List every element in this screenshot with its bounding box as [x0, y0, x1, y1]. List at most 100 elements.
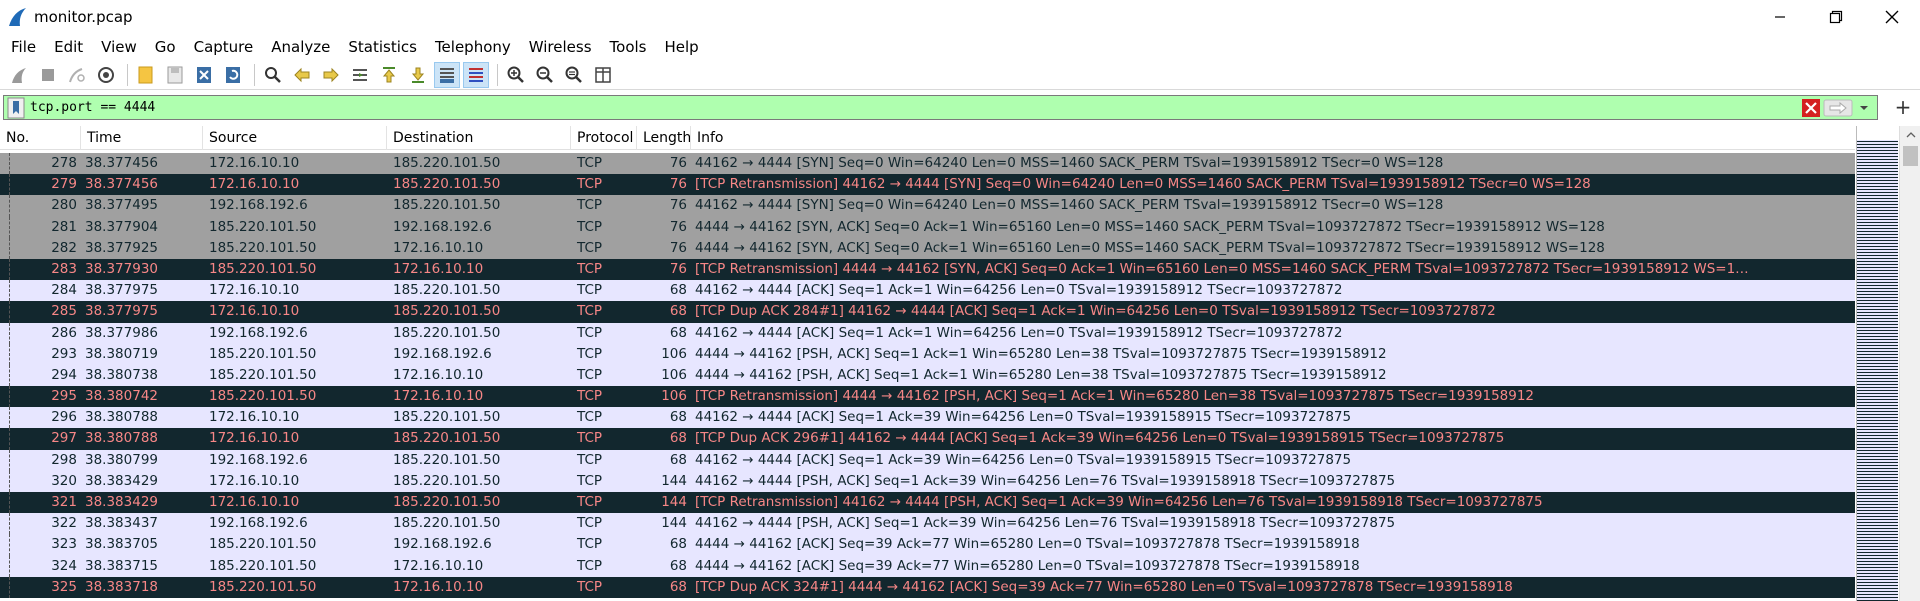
- zoom-in-icon: [507, 66, 524, 83]
- menu-edit[interactable]: Edit: [45, 34, 92, 60]
- go-to-packet-button[interactable]: [347, 62, 373, 88]
- packet-row[interactable]: 320 38.383429 172.16.10.10 185.220.101.50 TC…: [0, 470, 1855, 492]
- bookmark-icon[interactable]: [7, 97, 25, 119]
- open-file-button[interactable]: [133, 62, 159, 88]
- capture-options-button[interactable]: [93, 62, 119, 88]
- scroll-up-button[interactable]: [1900, 126, 1920, 144]
- menu-wireless[interactable]: Wireless: [520, 34, 601, 60]
- arrow-up-icon: [382, 66, 396, 82]
- packet-minimap[interactable]: [1856, 126, 1899, 601]
- save-file-button[interactable]: [162, 62, 188, 88]
- minimize-button[interactable]: [1752, 0, 1808, 34]
- add-filter-button-plus-icon[interactable]: +: [1892, 94, 1914, 120]
- packet-destination: 185.220.101.50: [393, 430, 501, 447]
- column-header-no[interactable]: No.: [0, 126, 81, 150]
- menu-capture[interactable]: Capture: [185, 34, 263, 60]
- packet-protocol: TCP: [577, 409, 603, 426]
- menu-file[interactable]: File: [2, 34, 45, 60]
- find-packet-button[interactable]: [260, 62, 286, 88]
- close-file-button[interactable]: [191, 62, 217, 88]
- menu-tools[interactable]: Tools: [601, 34, 656, 60]
- packet-info: 4444 → 44162 [PSH, ACK] Seq=1 Ack=1 Win=…: [695, 366, 1387, 383]
- column-header-time[interactable]: Time: [81, 126, 203, 150]
- title-bar: monitor.pcap: [0, 0, 1920, 34]
- restart-capture-button[interactable]: [64, 62, 90, 88]
- column-header-destination[interactable]: Destination: [387, 126, 571, 150]
- apply-filter-icon[interactable]: [1823, 98, 1853, 118]
- menu-analyze[interactable]: Analyze: [262, 34, 339, 60]
- packet-number: 294: [51, 366, 77, 383]
- column-header-info[interactable]: Info: [691, 126, 1855, 150]
- packet-row[interactable]: 325 38.383718 185.220.101.50 172.16.10.10 TC…: [0, 576, 1855, 598]
- packet-row[interactable]: 283 38.377930 185.220.101.50 172.16.10.10 TC…: [0, 258, 1855, 281]
- start-capture-button[interactable]: [6, 62, 32, 88]
- zoom-out-button[interactable]: [532, 62, 558, 88]
- normal-size-button[interactable]: [561, 62, 587, 88]
- conversation-tree-line: [9, 258, 10, 281]
- menu-telephony[interactable]: Telephony: [426, 34, 520, 60]
- menu-statistics[interactable]: Statistics: [339, 34, 426, 60]
- resize-columns-button[interactable]: [590, 62, 616, 88]
- packet-row[interactable]: 278 38.377456 172.16.10.10 185.220.101.50 TC…: [0, 153, 1855, 175]
- packet-row[interactable]: 324 38.383715 185.220.101.50 172.16.10.10 TC…: [0, 555, 1855, 577]
- packet-row[interactable]: 280 38.377495 192.168.192.6 185.220.101.50 T…: [0, 195, 1855, 217]
- packet-row[interactable]: 281 38.377904 185.220.101.50 192.168.192.6 T…: [0, 216, 1855, 238]
- packet-row[interactable]: 295 38.380742 185.220.101.50 172.16.10.10 TC…: [0, 386, 1855, 408]
- packet-protocol: TCP: [577, 515, 603, 532]
- autoscroll-button[interactable]: [434, 61, 460, 88]
- reload-icon: [226, 66, 240, 83]
- stop-capture-button[interactable]: [35, 62, 61, 88]
- packet-row[interactable]: 323 38.383705 185.220.101.50 192.168.192.6 T…: [0, 534, 1855, 556]
- packet-destination: 192.168.192.6: [393, 536, 492, 553]
- vertical-scrollbar[interactable]: [1899, 126, 1920, 601]
- packet-row[interactable]: 296 38.380788 172.16.10.10 185.220.101.50 TC…: [0, 407, 1855, 429]
- packet-row[interactable]: 321 38.383429 172.16.10.10 185.220.101.50 TC…: [0, 492, 1855, 514]
- packet-protocol: TCP: [577, 345, 603, 362]
- packet-row[interactable]: 293 38.380719 185.220.101.50 192.168.192.6 T…: [0, 343, 1855, 365]
- packet-time: 38.380788: [85, 430, 159, 447]
- filter-history-dropdown[interactable]: [1855, 98, 1873, 118]
- reload-file-button[interactable]: [220, 62, 246, 88]
- packet-row[interactable]: 284 38.377975 172.16.10.10 185.220.101.50 TC…: [0, 280, 1855, 302]
- packet-row[interactable]: 282 38.377925 185.220.101.50 172.16.10.10 TC…: [0, 237, 1855, 259]
- zoom-in-button[interactable]: [503, 62, 529, 88]
- column-header-source[interactable]: Source: [203, 126, 387, 150]
- packet-row[interactable]: 322 38.383437 192.168.192.6 185.220.101.50 T…: [0, 513, 1855, 535]
- search-icon: [265, 66, 281, 83]
- packet-row[interactable]: 286 38.377986 192.168.192.6 185.220.101.50 T…: [0, 322, 1855, 344]
- packet-info: 44162 → 4444 [PSH, ACK] Seq=1 Ack=39 Win…: [695, 515, 1396, 532]
- packet-row[interactable]: 279 38.377456 172.16.10.10 185.220.101.50 TC…: [0, 174, 1855, 196]
- packet-source: 185.220.101.50: [209, 260, 317, 277]
- menu-help[interactable]: Help: [655, 34, 707, 60]
- go-last-button[interactable]: [405, 62, 431, 88]
- column-header-protocol[interactable]: Protocol: [571, 126, 637, 150]
- packet-number: 296: [51, 409, 77, 426]
- column-header-length[interactable]: Length: [637, 126, 691, 150]
- display-filter-bar: +: [0, 94, 1920, 122]
- go-first-button[interactable]: [376, 62, 402, 88]
- packet-number: 285: [51, 303, 77, 320]
- packet-info: [TCP Dup ACK 296#1] 44162 → 4444 [ACK] S…: [695, 430, 1505, 447]
- restore-button[interactable]: [1808, 0, 1864, 34]
- go-forward-button[interactable]: [318, 62, 344, 88]
- menu-view[interactable]: View: [92, 34, 146, 60]
- packet-source: 192.168.192.6: [209, 515, 308, 532]
- colorize-button[interactable]: [463, 61, 489, 88]
- packet-source: 185.220.101.50: [209, 366, 317, 383]
- packet-row[interactable]: 298 38.380799 192.168.192.6 185.220.101.50 T…: [0, 449, 1855, 471]
- arrow-right-icon: [323, 67, 339, 82]
- conversation-tree-line: [9, 492, 10, 514]
- scroll-thumb[interactable]: [1903, 146, 1918, 166]
- packet-row[interactable]: 297 38.380788 172.16.10.10 185.220.101.50 TC…: [0, 428, 1855, 450]
- packet-row[interactable]: 294 38.380738 185.220.101.50 172.16.10.10 TC…: [0, 364, 1855, 387]
- clear-filter-icon[interactable]: [1801, 98, 1821, 118]
- packet-length: 144: [661, 472, 687, 489]
- packet-number: 278: [51, 155, 77, 171]
- menu-go[interactable]: Go: [146, 34, 185, 60]
- packet-row[interactable]: 285 38.377975 172.16.10.10 185.220.101.50 TC…: [0, 301, 1855, 323]
- go-back-button[interactable]: [289, 62, 315, 88]
- packet-protocol: TCP: [577, 388, 603, 405]
- packet-info: 44162 → 4444 [SYN] Seq=0 Win=64240 Len=0…: [695, 155, 1444, 171]
- display-filter-input[interactable]: [30, 96, 1801, 119]
- close-button[interactable]: [1864, 0, 1920, 34]
